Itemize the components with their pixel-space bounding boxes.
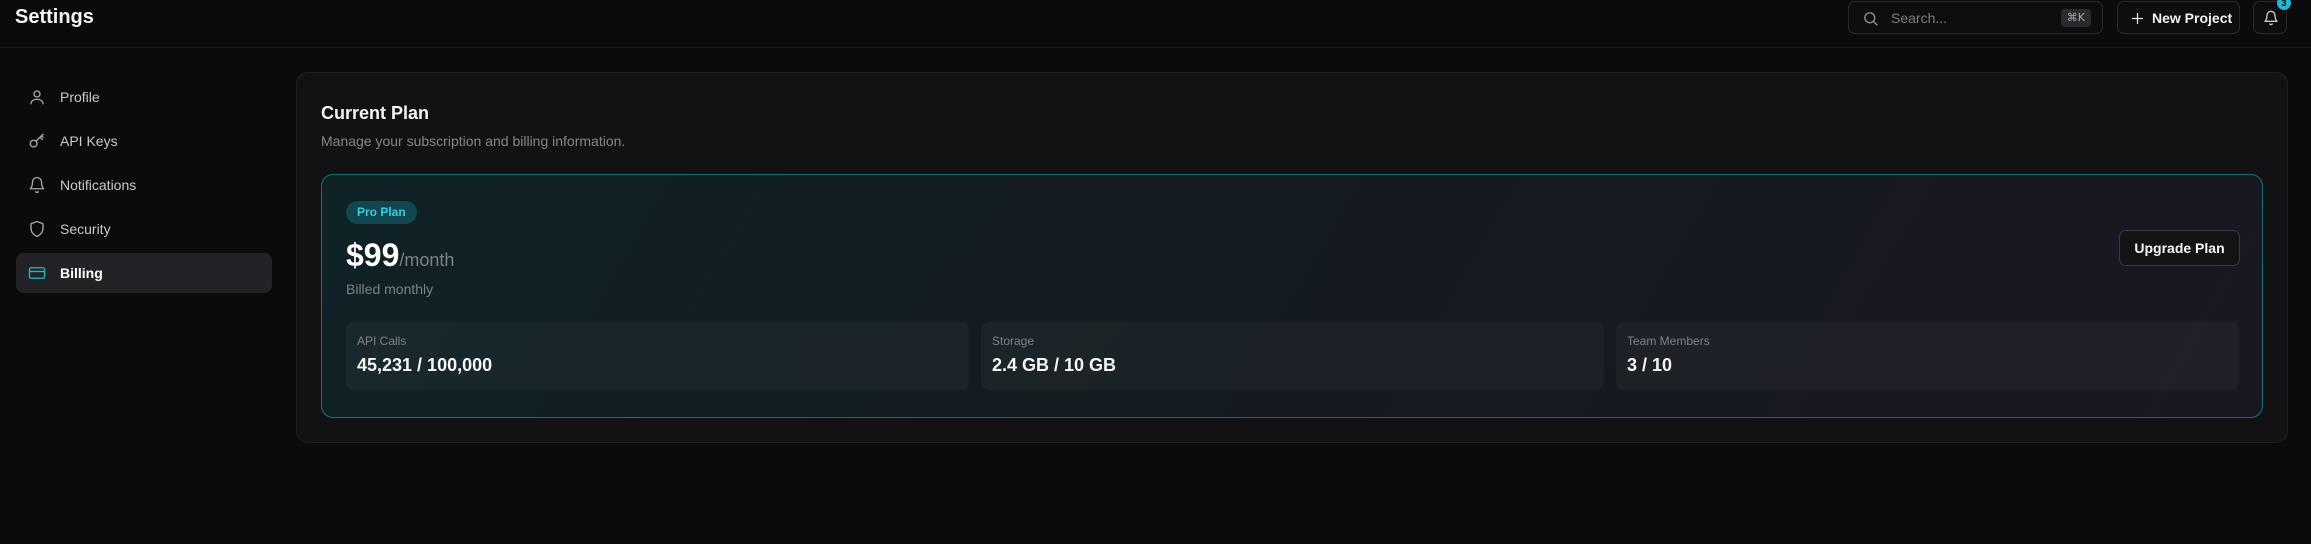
credit-card-icon [28, 267, 46, 279]
sidebar: Profile API Keys Notifications Security … [16, 77, 272, 297]
new-project-label: New Project [2152, 10, 2233, 26]
search-shortcut-badge: ⌘K [2060, 9, 2091, 27]
price-period: /month [399, 250, 455, 270]
new-project-button[interactable]: New Project [2117, 1, 2240, 34]
billing-note: Billed monthly [346, 281, 434, 297]
sidebar-item-billing[interactable]: Billing [16, 253, 272, 293]
sidebar-item-api-keys[interactable]: API Keys [16, 121, 272, 161]
bell-icon [2264, 10, 2278, 26]
search-icon [1864, 12, 1878, 26]
sidebar-item-label: API Keys [60, 133, 118, 149]
usage-stat-team-members: Team Members 3 / 10 [1616, 322, 2239, 390]
search-placeholder: Search... [1891, 10, 1948, 26]
stat-label: API Calls [357, 334, 407, 348]
user-icon [30, 90, 44, 105]
plus-icon [2131, 12, 2144, 25]
current-plan-panel: Current Plan Manage your subscription an… [296, 72, 2288, 443]
stat-value: 45,231 / 100,000 [357, 355, 493, 375]
notification-count-badge: 3 [2277, 0, 2291, 10]
sidebar-item-label: Security [60, 221, 111, 237]
plan-price: $99/month [346, 237, 454, 274]
bell-icon [29, 176, 45, 194]
stat-label: Storage [992, 334, 1035, 348]
section-title: Current Plan [321, 103, 430, 123]
search-input[interactable]: Search... ⌘K [1848, 1, 2103, 34]
plan-card: Pro Plan $99/month Billed monthly Upgrad… [321, 174, 2263, 418]
sidebar-item-label: Profile [60, 89, 100, 105]
stat-label: Team Members [1627, 334, 1710, 348]
usage-stat-api-calls: API Calls 45,231 / 100,000 [346, 322, 969, 390]
page-title: Settings [15, 6, 94, 28]
sidebar-item-label: Notifications [60, 177, 137, 193]
sidebar-item-notifications[interactable]: Notifications [16, 165, 272, 205]
shield-icon [30, 220, 44, 238]
notifications-button[interactable]: 3 [2253, 0, 2291, 34]
price-amount: $99 [346, 237, 400, 273]
sidebar-item-label: Billing [60, 265, 103, 281]
stat-value: 3 / 10 [1627, 355, 1673, 375]
top-bar: Settings Search... ⌘K New Project 3 [0, 0, 2311, 48]
plan-badge: Pro Plan [346, 201, 417, 224]
sidebar-item-security[interactable]: Security [16, 209, 272, 249]
sidebar-item-profile[interactable]: Profile [16, 77, 272, 117]
upgrade-plan-button[interactable]: Upgrade Plan [2119, 230, 2240, 266]
usage-stat-storage: Storage 2.4 GB / 10 GB [981, 322, 1604, 390]
stat-value: 2.4 GB / 10 GB [992, 355, 1117, 375]
section-subtitle: Manage your subscription and billing inf… [321, 133, 626, 149]
key-icon [29, 133, 44, 148]
